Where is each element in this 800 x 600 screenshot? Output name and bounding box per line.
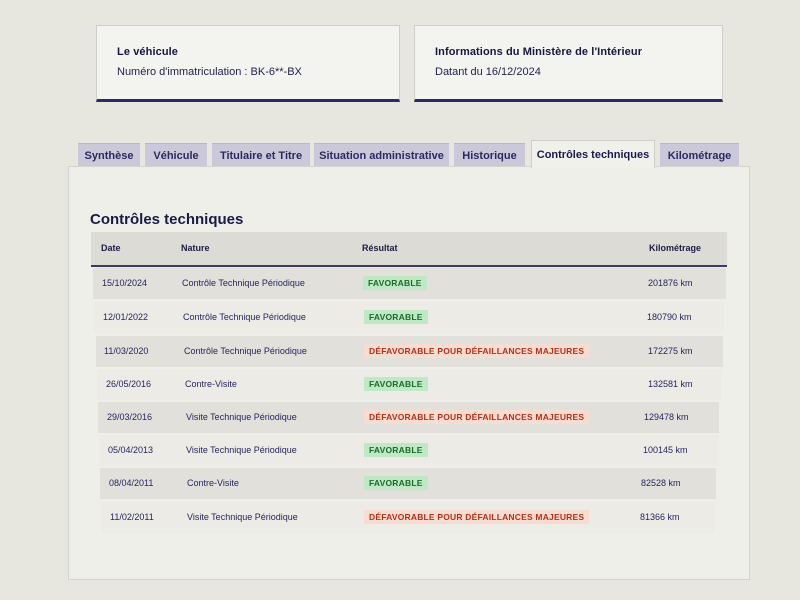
- table-row: 05/04/2013 Visite Technique Périodique F…: [99, 435, 718, 466]
- cell-date: 29/03/2016: [107, 412, 153, 422]
- ministry-card: Informations du Ministère de l'Intérieur…: [414, 25, 723, 102]
- table-row: 26/05/2016 Contre-Visite FAVORABLE 13258…: [97, 369, 721, 400]
- section-title: Contrôles techniques: [90, 211, 244, 228]
- cell-mileage: 132581 km: [648, 379, 693, 389]
- table-row: 11/03/2020 Contrôle Technique Périodique…: [96, 336, 723, 367]
- tab-kilometrage[interactable]: Kilométrage: [660, 143, 739, 167]
- table-row: 11/02/2011 Visite Technique Périodique D…: [101, 502, 715, 533]
- tab-vehicule[interactable]: Véhicule: [145, 143, 207, 167]
- column-header-nature: Nature: [181, 243, 210, 253]
- result-badge: DÉFAVORABLE POUR DÉFAILLANCES MAJEURES: [364, 344, 590, 358]
- cell-mileage: 129478 km: [644, 412, 689, 422]
- cell-date: 11/02/2011: [110, 512, 154, 522]
- result-badge: FAVORABLE: [364, 476, 428, 490]
- column-header-mileage: Kilométrage: [649, 243, 702, 253]
- cell-nature: Contrôle Technique Périodique: [184, 346, 307, 356]
- table-header: Date Nature Résultat Kilométrage: [91, 232, 727, 267]
- result-badge: FAVORABLE: [363, 276, 427, 290]
- cell-nature: Visite Technique Périodique: [186, 412, 297, 422]
- cell-date: 15/10/2024: [102, 278, 148, 288]
- cell-date: 11/03/2020: [104, 346, 149, 356]
- vehicle-card-title: Le véhicule: [117, 46, 179, 58]
- tab-synthese[interactable]: Synthèse: [78, 143, 140, 167]
- tab-situation-administrative[interactable]: Situation administrative: [314, 143, 449, 167]
- vehicle-card: Le véhicule Numéro d'immatriculation : B…: [96, 25, 400, 102]
- cell-mileage: 82528 km: [641, 478, 681, 488]
- cell-mileage: 81366 km: [640, 512, 680, 522]
- table-row: 29/03/2016 Visite Technique Périodique D…: [98, 402, 719, 433]
- ministry-card-title: Informations du Ministère de l'Intérieur: [435, 46, 643, 58]
- cell-date: 26/05/2016: [106, 379, 152, 389]
- result-badge: FAVORABLE: [364, 377, 428, 391]
- cell-mileage: 180790 km: [647, 312, 692, 322]
- cell-date: 08/04/2011: [109, 478, 154, 488]
- column-header-date: Date: [101, 243, 121, 253]
- cell-mileage: 172275 km: [648, 346, 693, 356]
- registration-number: Numéro d'immatriculation : BK-6**-BX: [117, 66, 302, 78]
- table-row: 08/04/2011 Contre-Visite FAVORABLE 82528…: [100, 468, 716, 499]
- result-badge: FAVORABLE: [364, 443, 428, 457]
- result-badge: FAVORABLE: [364, 310, 428, 324]
- cell-nature: Contre-Visite: [187, 478, 239, 488]
- cell-date: 12/01/2022: [103, 312, 149, 322]
- cell-nature: Contrôle Technique Périodique: [183, 312, 306, 322]
- tab-historique[interactable]: Historique: [454, 143, 525, 167]
- column-header-result: Résultat: [362, 243, 398, 253]
- data-date: Datant du 16/12/2024: [435, 66, 541, 78]
- cell-nature: Visite Technique Périodique: [187, 512, 298, 522]
- tab-titulaire-et-titre[interactable]: Titulaire et Titre: [212, 143, 310, 167]
- cell-nature: Contrôle Technique Périodique: [182, 278, 305, 288]
- cell-nature: Visite Technique Périodique: [186, 445, 297, 455]
- cell-mileage: 201876 km: [648, 278, 693, 288]
- cell-nature: Contre-Visite: [185, 379, 237, 389]
- result-badge: DÉFAVORABLE POUR DÉFAILLANCES MAJEURES: [364, 510, 590, 524]
- cell-date: 05/04/2013: [108, 445, 154, 455]
- table-row: 12/01/2022 Contrôle Technique Périodique…: [94, 302, 724, 333]
- cell-mileage: 100145 km: [643, 445, 688, 455]
- tab-controles-techniques[interactable]: Contrôles techniques: [531, 140, 655, 168]
- result-badge: DÉFAVORABLE POUR DÉFAILLANCES MAJEURES: [364, 410, 590, 424]
- table-row: 15/10/2024 Contrôle Technique Périodique…: [93, 268, 726, 299]
